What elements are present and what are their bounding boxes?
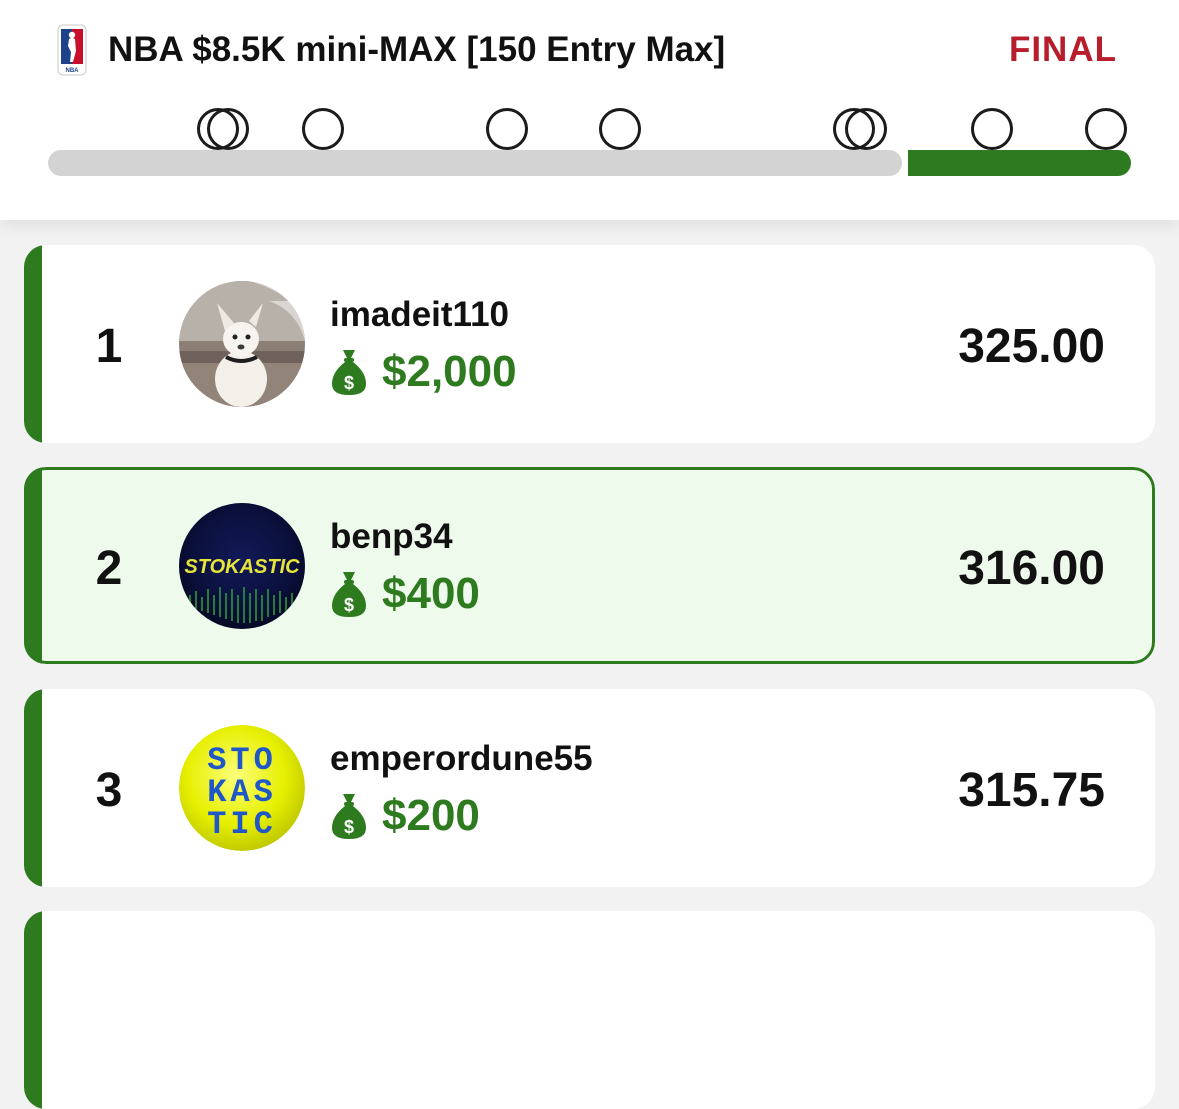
entry-prize: $ $2,000 — [330, 347, 517, 397]
contest-title: NBA $8.5K mini-MAX [150 Entry Max] — [108, 30, 726, 69]
game-marker[interactable] — [971, 108, 1013, 150]
game-marker[interactable] — [845, 108, 887, 150]
rank-accent-bar — [24, 911, 42, 1109]
game-marker[interactable] — [1085, 108, 1127, 150]
rank-accent-bar — [24, 467, 42, 664]
leaderboard-row[interactable] — [24, 911, 1155, 1109]
stokastic-logo-avatar-icon[interactable]: STOKASTIC — [179, 503, 305, 629]
rank-accent-bar — [24, 245, 42, 443]
leaderboard-row[interactable]: 3 STO KAS TIC emperordune55 $ $200 315.7… — [24, 689, 1155, 887]
entry-score: 325.00 — [958, 320, 1105, 373]
rank-number: 2 — [95, 542, 123, 595]
contest-progress-bar — [48, 106, 1131, 178]
rank-number: 3 — [95, 764, 123, 817]
stokastic-block-logo-avatar-icon[interactable]: STO KAS TIC — [179, 725, 305, 851]
entry-score: 315.75 — [958, 764, 1105, 817]
leaderboard-row[interactable]: 1 imadeit110 $ $2,000 325.00 — [24, 245, 1155, 443]
entry-username[interactable]: imadeit110 — [330, 295, 509, 335]
contest-header: NBA NBA $8.5K mini-MAX [150 Entry Max] F… — [0, 0, 1179, 220]
svg-text:$: $ — [344, 373, 354, 393]
rank-number: 1 — [95, 320, 123, 373]
entry-score: 316.00 — [958, 542, 1105, 595]
prize-amount: $400 — [382, 569, 480, 618]
game-marker[interactable] — [302, 108, 344, 150]
rank-accent-bar — [24, 689, 42, 887]
svg-text:NBA: NBA — [66, 68, 80, 74]
svg-text:$: $ — [344, 595, 354, 615]
money-bag-icon: $ — [332, 350, 366, 395]
svg-text:$: $ — [344, 817, 354, 837]
money-bag-icon: $ — [332, 572, 366, 617]
game-marker[interactable] — [599, 108, 641, 150]
prize-amount: $200 — [382, 791, 480, 840]
prize-amount: $2,000 — [382, 347, 517, 396]
entry-prize: $ $400 — [330, 569, 480, 619]
progress-fill — [908, 150, 1131, 176]
dog-photo-avatar-icon[interactable] — [179, 281, 305, 407]
leaderboard-list: 1 imadeit110 $ $2,000 325.00 2 STOKASTIC… — [0, 220, 1179, 1109]
money-bag-icon: $ — [332, 794, 366, 839]
leaderboard-row-highlighted[interactable]: 2 STOKASTIC benp34 $ $400 316.00 — [24, 467, 1155, 664]
avatar-logo-text: STOKASTIC — [184, 556, 300, 578]
progress-track — [48, 150, 902, 176]
nba-logo-icon: NBA — [57, 24, 87, 76]
game-marker[interactable] — [486, 108, 528, 150]
game-marker[interactable] — [207, 108, 249, 150]
entry-username[interactable]: emperordune55 — [330, 739, 593, 779]
entry-prize: $ $200 — [330, 791, 480, 841]
contest-status: FINAL — [1008, 30, 1117, 69]
avatar-logo-line: TIC — [207, 806, 277, 843]
entry-username[interactable]: benp34 — [330, 517, 453, 557]
